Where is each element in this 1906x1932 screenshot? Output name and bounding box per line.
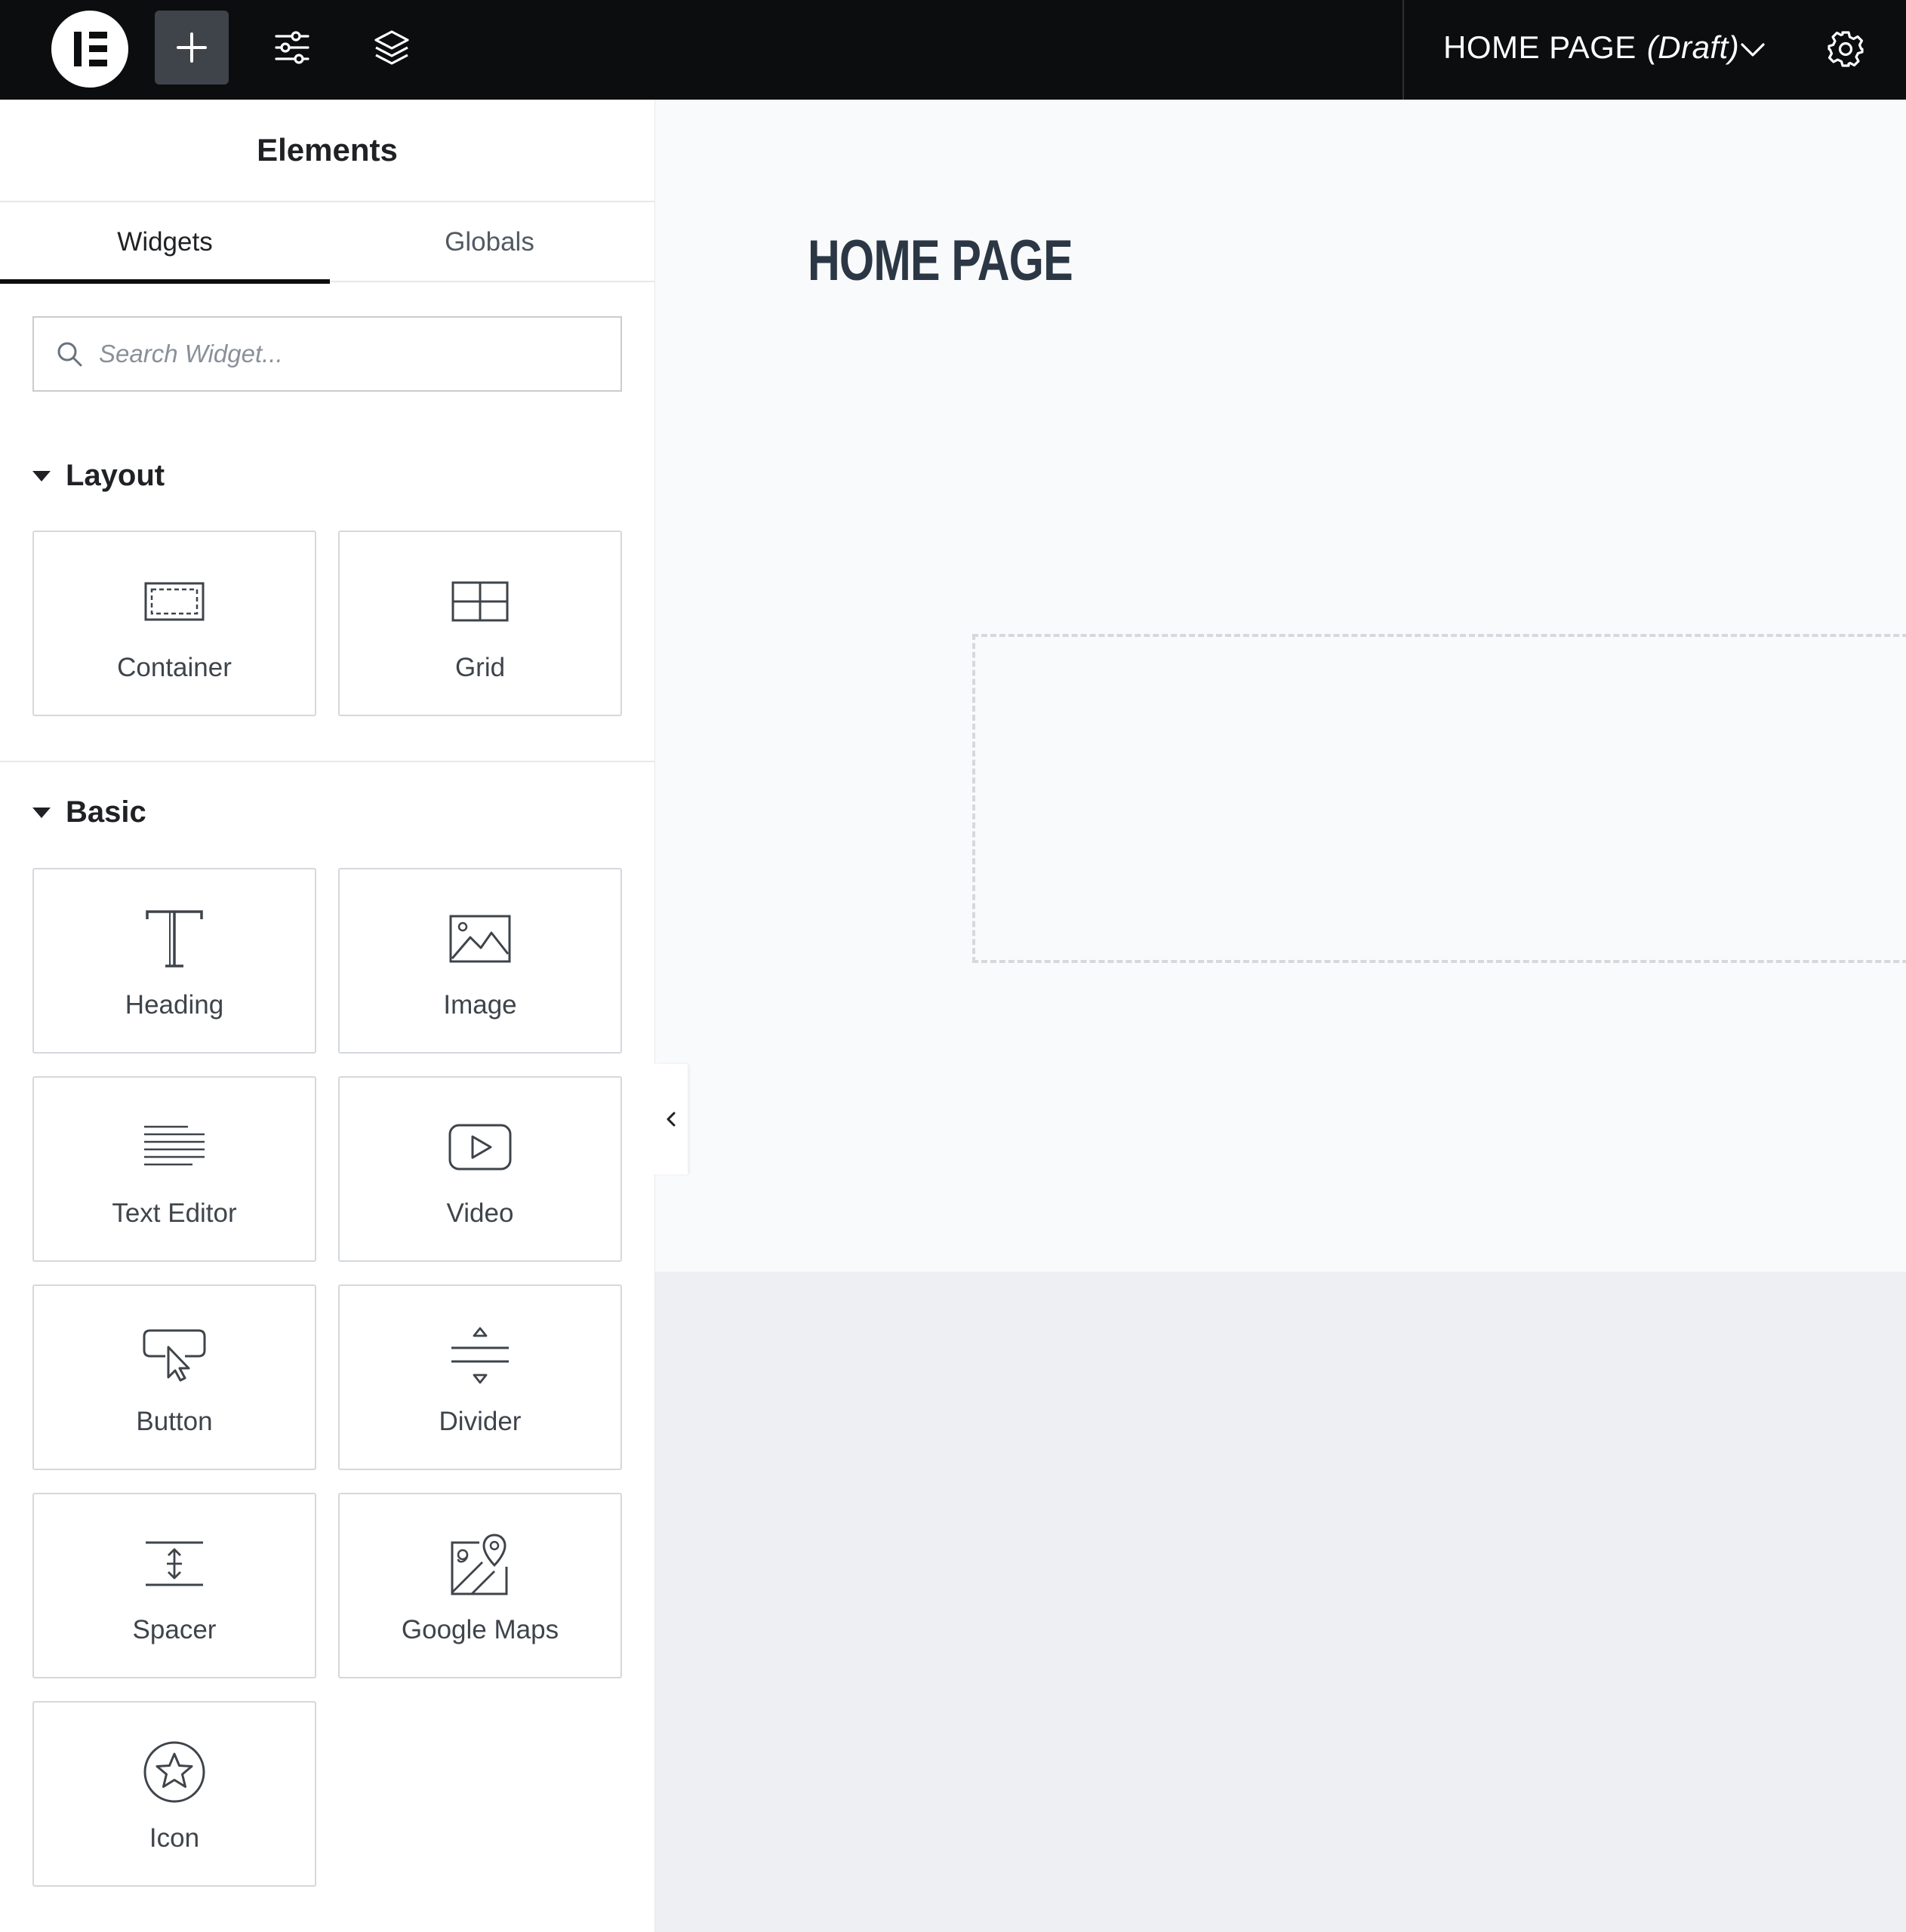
search-icon — [57, 342, 82, 367]
section-basic-title: Basic — [66, 795, 146, 829]
page-heading[interactable]: HOME PAGE — [808, 228, 1073, 294]
top-bar-divider — [1403, 0, 1404, 100]
widget-text-editor[interactable]: Text Editor — [32, 1076, 316, 1262]
tab-widgets[interactable]: Widgets — [0, 202, 330, 284]
widget-label: Image — [443, 990, 517, 1020]
button-icon — [143, 1329, 206, 1382]
document-status: (Draft) — [1646, 29, 1740, 65]
add-element-button[interactable] — [155, 11, 229, 85]
widget-label: Video — [446, 1198, 514, 1228]
widget-label: Icon — [149, 1823, 200, 1853]
widget-google-maps[interactable]: Google Maps — [338, 1493, 622, 1678]
google-maps-icon — [451, 1534, 508, 1595]
image-icon — [449, 915, 511, 963]
section-layout-title: Layout — [66, 459, 165, 492]
widget-video[interactable]: Video — [338, 1076, 622, 1262]
widget-heading[interactable]: Heading — [32, 868, 316, 1054]
elements-panel: Elements Widgets Globals Layout Containe… — [0, 100, 655, 1932]
widget-label: Button — [136, 1407, 213, 1436]
tab-globals[interactable]: Globals — [325, 202, 654, 282]
widget-divider[interactable]: Divider — [338, 1284, 622, 1470]
document-name: HOME PAGE — [1443, 29, 1637, 65]
section-basic[interactable]: Basic — [32, 795, 146, 829]
gear-icon — [1827, 31, 1864, 67]
document-title[interactable]: HOME PAGE (Draft) — [1443, 23, 1739, 72]
widget-label: Grid — [454, 653, 506, 682]
widget-label: Spacer — [132, 1615, 217, 1644]
text-editor-icon — [144, 1125, 205, 1166]
star-icon — [143, 1741, 205, 1803]
panel-title: Elements — [0, 100, 654, 202]
editor-top-bar: HOME PAGE (Draft) — [0, 0, 1906, 100]
widget-search — [32, 316, 622, 392]
widget-container[interactable]: Container — [32, 531, 316, 716]
video-icon — [448, 1124, 512, 1171]
site-settings-button[interactable] — [255, 11, 329, 85]
widget-label: Heading — [125, 990, 224, 1020]
container-icon — [144, 582, 205, 621]
widget-icon[interactable]: Icon — [32, 1701, 316, 1887]
sliders-icon — [275, 31, 309, 64]
plus-icon — [177, 32, 207, 63]
layers-icon — [374, 30, 409, 65]
panel-tabs: Widgets Globals — [0, 202, 654, 284]
page-canvas[interactable]: HOME PAGE — [655, 100, 1906, 1272]
section-layout[interactable]: Layout — [32, 459, 165, 493]
spacer-icon — [146, 1541, 203, 1586]
empty-drop-zone[interactable] — [972, 634, 1906, 963]
widget-button[interactable]: Button — [32, 1284, 316, 1470]
structure-button[interactable] — [355, 11, 429, 85]
widget-label: Text Editor — [112, 1198, 237, 1228]
widget-label: Container — [117, 653, 232, 682]
widget-label: Divider — [439, 1407, 522, 1436]
chevron-down-icon[interactable] — [1736, 33, 1769, 66]
widget-grid[interactable]: Grid — [338, 531, 622, 716]
search-input[interactable] — [97, 339, 584, 369]
widget-spacer[interactable]: Spacer — [32, 1493, 316, 1678]
elementor-logo-icon[interactable] — [51, 11, 128, 88]
caret-down-icon — [32, 470, 51, 481]
chevron-left-icon — [667, 1112, 676, 1127]
caret-down-icon — [32, 807, 51, 818]
divider-icon — [451, 1327, 509, 1384]
section-divider — [0, 761, 654, 762]
page-settings-button[interactable] — [1819, 23, 1872, 75]
collapse-panel-button[interactable] — [654, 1064, 688, 1174]
widget-image[interactable]: Image — [338, 868, 622, 1054]
heading-icon — [146, 910, 203, 968]
widget-label: Google Maps — [401, 1615, 559, 1644]
grid-icon — [451, 581, 509, 622]
